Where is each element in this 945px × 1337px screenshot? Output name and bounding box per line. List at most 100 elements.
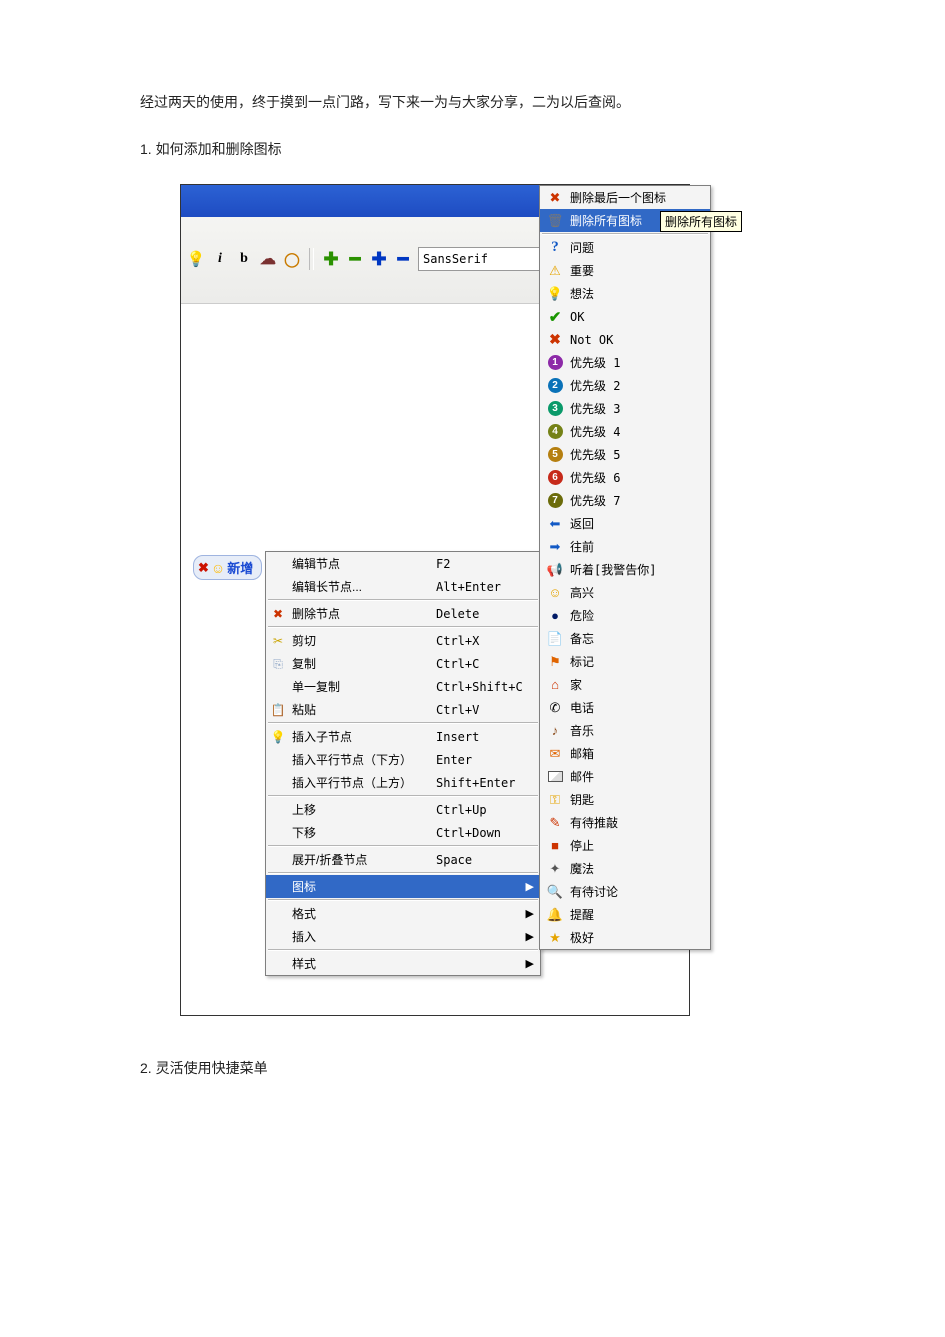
sec1-num: 1. bbox=[140, 141, 152, 157]
submenu-item-24[interactable]: ♪音乐 bbox=[540, 719, 710, 742]
submenu-item-21[interactable]: ⚑标记 bbox=[540, 650, 710, 673]
submenu-item-29[interactable]: ■停止 bbox=[540, 834, 710, 857]
home-icon: ⌂ bbox=[546, 676, 564, 694]
p1-icon: 1 bbox=[546, 354, 564, 372]
ctx-item-19[interactable]: 图标▶ bbox=[266, 875, 540, 898]
bell-icon: 🔔 bbox=[546, 906, 564, 924]
submenu-item-27[interactable]: ⚿钥匙 bbox=[540, 788, 710, 811]
ctx-item-10[interactable]: 💡插入子节点Insert bbox=[266, 725, 540, 748]
submenu-item-15[interactable]: ⬅返回 bbox=[540, 512, 710, 535]
ctx-item-22[interactable]: 插入▶ bbox=[266, 925, 540, 948]
minus-green-icon[interactable]: ━ bbox=[346, 250, 364, 268]
ctx-item-17[interactable]: 展开/折叠节点Space bbox=[266, 848, 540, 871]
blank-icon bbox=[270, 802, 286, 818]
ctx-label: 样式 bbox=[292, 955, 436, 972]
submenu-item-33[interactable]: ★极好 bbox=[540, 926, 710, 949]
toolbar-row: 💡 i b ☁ ◯ ✚ ━ ✚ ━ bbox=[187, 245, 548, 273]
ctx-item-24[interactable]: 样式 ▶ bbox=[266, 952, 540, 975]
submenu-arrow-icon: ▶ bbox=[524, 880, 534, 893]
bulb-icon: 💡 bbox=[270, 729, 286, 745]
submenu-item-1[interactable]: 🗑删除所有图标删除所有图标 bbox=[540, 209, 710, 232]
submenu-item-12[interactable]: 5优先级 5 bbox=[540, 443, 710, 466]
ctx-shortcut: Enter bbox=[436, 753, 524, 767]
submenu-item-26[interactable]: 邮件 bbox=[540, 765, 710, 788]
ctx-label: 单一复制 bbox=[292, 678, 436, 695]
tooltip: 删除所有图标 bbox=[660, 211, 742, 232]
submenu-item-32[interactable]: 🔔提醒 bbox=[540, 903, 710, 926]
submenu-label: 想法 bbox=[570, 285, 702, 302]
blank-icon bbox=[270, 579, 286, 595]
bold-button[interactable]: b bbox=[235, 250, 253, 268]
submenu-label: 标记 bbox=[570, 653, 702, 670]
ctx-item-6[interactable]: ⎘复制Ctrl+C bbox=[266, 652, 540, 675]
italic-button[interactable]: i bbox=[211, 250, 229, 268]
submenu-item-28[interactable]: ✎有待推敲 bbox=[540, 811, 710, 834]
ok-icon: ✔ bbox=[546, 308, 564, 326]
ctx-shortcut: Ctrl+Up bbox=[436, 803, 524, 817]
submenu-arrow-icon: ▶ bbox=[524, 957, 534, 970]
submenu-item-6[interactable]: ✔OK bbox=[540, 305, 710, 328]
ctx-item-7[interactable]: 单一复制Ctrl+Shift+C bbox=[266, 675, 540, 698]
p4-icon: 4 bbox=[546, 423, 564, 441]
ctx-shortcut: Ctrl+Shift+C bbox=[436, 680, 524, 694]
blank-icon bbox=[270, 556, 286, 572]
blank-icon bbox=[270, 929, 286, 945]
cloud-icon[interactable]: ☁ bbox=[259, 250, 277, 268]
ctx-item-21[interactable]: 格式▶ bbox=[266, 902, 540, 925]
ctx-item-11[interactable]: 插入平行节点（下方）Enter bbox=[266, 748, 540, 771]
submenu-item-11[interactable]: 4优先级 4 bbox=[540, 420, 710, 443]
submenu-item-19[interactable]: ●危险 bbox=[540, 604, 710, 627]
ctx-item-8[interactable]: 📋粘贴Ctrl+V bbox=[266, 698, 540, 721]
section-1-heading: 1. 如何添加和删除图标 bbox=[140, 137, 805, 162]
blank-icon bbox=[270, 752, 286, 768]
color-button[interactable]: ◯ bbox=[283, 250, 301, 268]
submenu-label: 优先级 3 bbox=[570, 400, 702, 417]
ctx-item-0[interactable]: 编辑节点F2 bbox=[266, 552, 540, 575]
submenu-item-25[interactable]: ✉邮箱 bbox=[540, 742, 710, 765]
ctx-item-14[interactable]: 上移Ctrl+Up bbox=[266, 798, 540, 821]
ctx-shortcut: Shift+Enter bbox=[436, 776, 524, 790]
submenu-label: 钥匙 bbox=[570, 791, 702, 808]
idea-icon[interactable]: 💡 bbox=[187, 250, 205, 268]
ctx-item-3[interactable]: ✖删除节点Delete bbox=[266, 602, 540, 625]
submenu-label: 问题 bbox=[570, 239, 702, 256]
mindmap-node[interactable]: ✖ ☺ 新增 bbox=[193, 555, 262, 580]
plus-green-icon[interactable]: ✚ bbox=[322, 250, 340, 268]
submenu-item-23[interactable]: ✆电话 bbox=[540, 696, 710, 719]
ctx-shortcut: Delete bbox=[436, 607, 524, 621]
ctx-shortcut: F2 bbox=[436, 557, 524, 571]
copy-icon: ⎘ bbox=[270, 656, 286, 672]
submenu-label: 音乐 bbox=[570, 722, 702, 739]
submenu-item-17[interactable]: 📢听着[我警告你] bbox=[540, 558, 710, 581]
plus-blue-icon[interactable]: ✚ bbox=[370, 250, 388, 268]
submenu-item-7[interactable]: ✖Not OK bbox=[540, 328, 710, 351]
submenu-item-14[interactable]: 7优先级 7 bbox=[540, 489, 710, 512]
ctx-label: 插入 bbox=[292, 928, 436, 945]
submenu-item-9[interactable]: 2优先级 2 bbox=[540, 374, 710, 397]
submenu-item-3[interactable]: ?问题 bbox=[540, 236, 710, 259]
minus-blue-icon[interactable]: ━ bbox=[394, 250, 412, 268]
submenu-item-8[interactable]: 1优先级 1 bbox=[540, 351, 710, 374]
submenu-item-20[interactable]: 📄备忘 bbox=[540, 627, 710, 650]
ctx-item-5[interactable]: ✂剪切Ctrl+X bbox=[266, 629, 540, 652]
ctx-item-15[interactable]: 下移Ctrl+Down bbox=[266, 821, 540, 844]
ctx-item-1[interactable]: 编辑长节点...Alt+Enter bbox=[266, 575, 540, 598]
submenu-item-13[interactable]: 6优先级 6 bbox=[540, 466, 710, 489]
submenu-item-31[interactable]: 🔍有待讨论 bbox=[540, 880, 710, 903]
submenu-item-18[interactable]: ☺高兴 bbox=[540, 581, 710, 604]
ctx-item-12[interactable]: 插入平行节点（上方）Shift+Enter bbox=[266, 771, 540, 794]
ctx-label: 剪切 bbox=[292, 632, 436, 649]
submenu-item-0[interactable]: ✖删除最后一个图标 bbox=[540, 186, 710, 209]
submenu-item-5[interactable]: 💡想法 bbox=[540, 282, 710, 305]
blank-icon bbox=[270, 879, 286, 895]
submenu-item-4[interactable]: ⚠重要 bbox=[540, 259, 710, 282]
submenu-item-16[interactable]: ➡往前 bbox=[540, 535, 710, 558]
star-icon: ★ bbox=[546, 929, 564, 947]
sec2-title: 灵活使用快捷菜单 bbox=[156, 1060, 268, 1076]
submenu-item-22[interactable]: ⌂家 bbox=[540, 673, 710, 696]
ctx-label: 删除节点 bbox=[292, 605, 436, 622]
smile-icon: ☺ bbox=[211, 560, 225, 576]
font-select[interactable] bbox=[418, 247, 548, 271]
submenu-item-10[interactable]: 3优先级 3 bbox=[540, 397, 710, 420]
submenu-item-30[interactable]: ✦魔法 bbox=[540, 857, 710, 880]
